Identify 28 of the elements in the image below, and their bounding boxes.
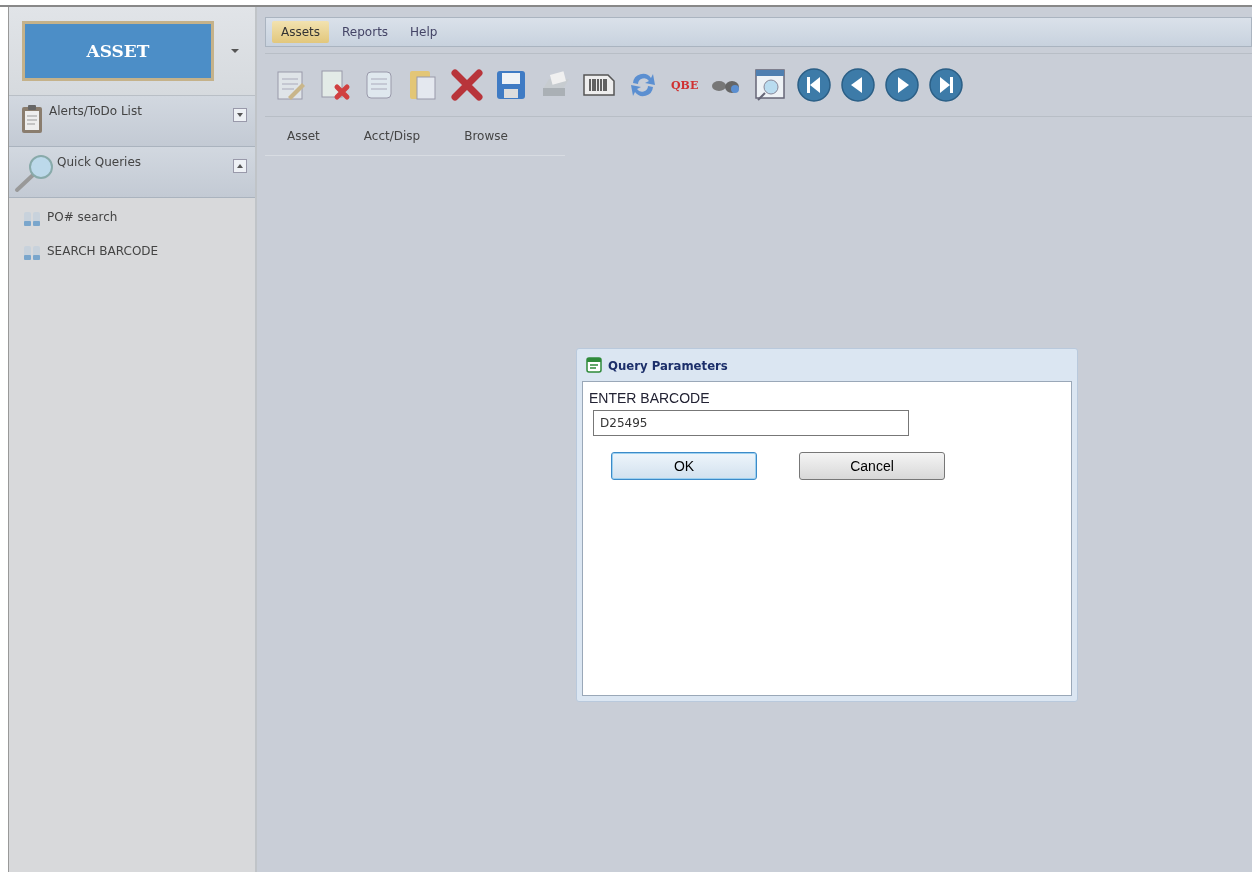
tab[interactable]: Asset [265, 125, 342, 147]
previous-icon[interactable] [840, 67, 877, 103]
menu-item[interactable]: Assets [272, 21, 330, 43]
dialog-button[interactable]: OK [611, 452, 757, 480]
panel-header[interactable]: Alerts/ToDo List [9, 96, 255, 147]
collapse-icon[interactable] [233, 159, 247, 173]
query-item[interactable]: SEARCH BARCODE [23, 244, 255, 262]
delete-icon[interactable] [449, 67, 485, 103]
panel-header[interactable]: Quick Queries [9, 147, 255, 198]
dropdown-caret-icon[interactable] [230, 48, 240, 54]
barcode-field[interactable]: D25495 [593, 410, 909, 436]
panel-title: Alerts/ToDo List [49, 104, 143, 118]
first-record-icon[interactable] [796, 67, 833, 103]
app-logo: ASSET [22, 21, 214, 81]
expand-icon[interactable] [233, 108, 247, 122]
dialog-title: Query Parameters [608, 357, 728, 373]
panel-title: Quick Queries [57, 155, 143, 169]
field-label: ENTER BARCODE [589, 390, 710, 406]
query-item[interactable]: PO# search [23, 210, 255, 228]
dialog-button[interactable]: Cancel [799, 452, 945, 480]
last-record-icon[interactable] [928, 67, 965, 103]
menu-item[interactable]: Reports [333, 21, 398, 43]
tab[interactable]: Browse [442, 125, 530, 147]
form-icon [586, 357, 602, 373]
menu-item[interactable]: Help [401, 21, 447, 43]
next-icon[interactable] [884, 67, 921, 103]
tab[interactable]: Acct/Disp [341, 125, 443, 147]
clipboard-icon [21, 104, 43, 134]
